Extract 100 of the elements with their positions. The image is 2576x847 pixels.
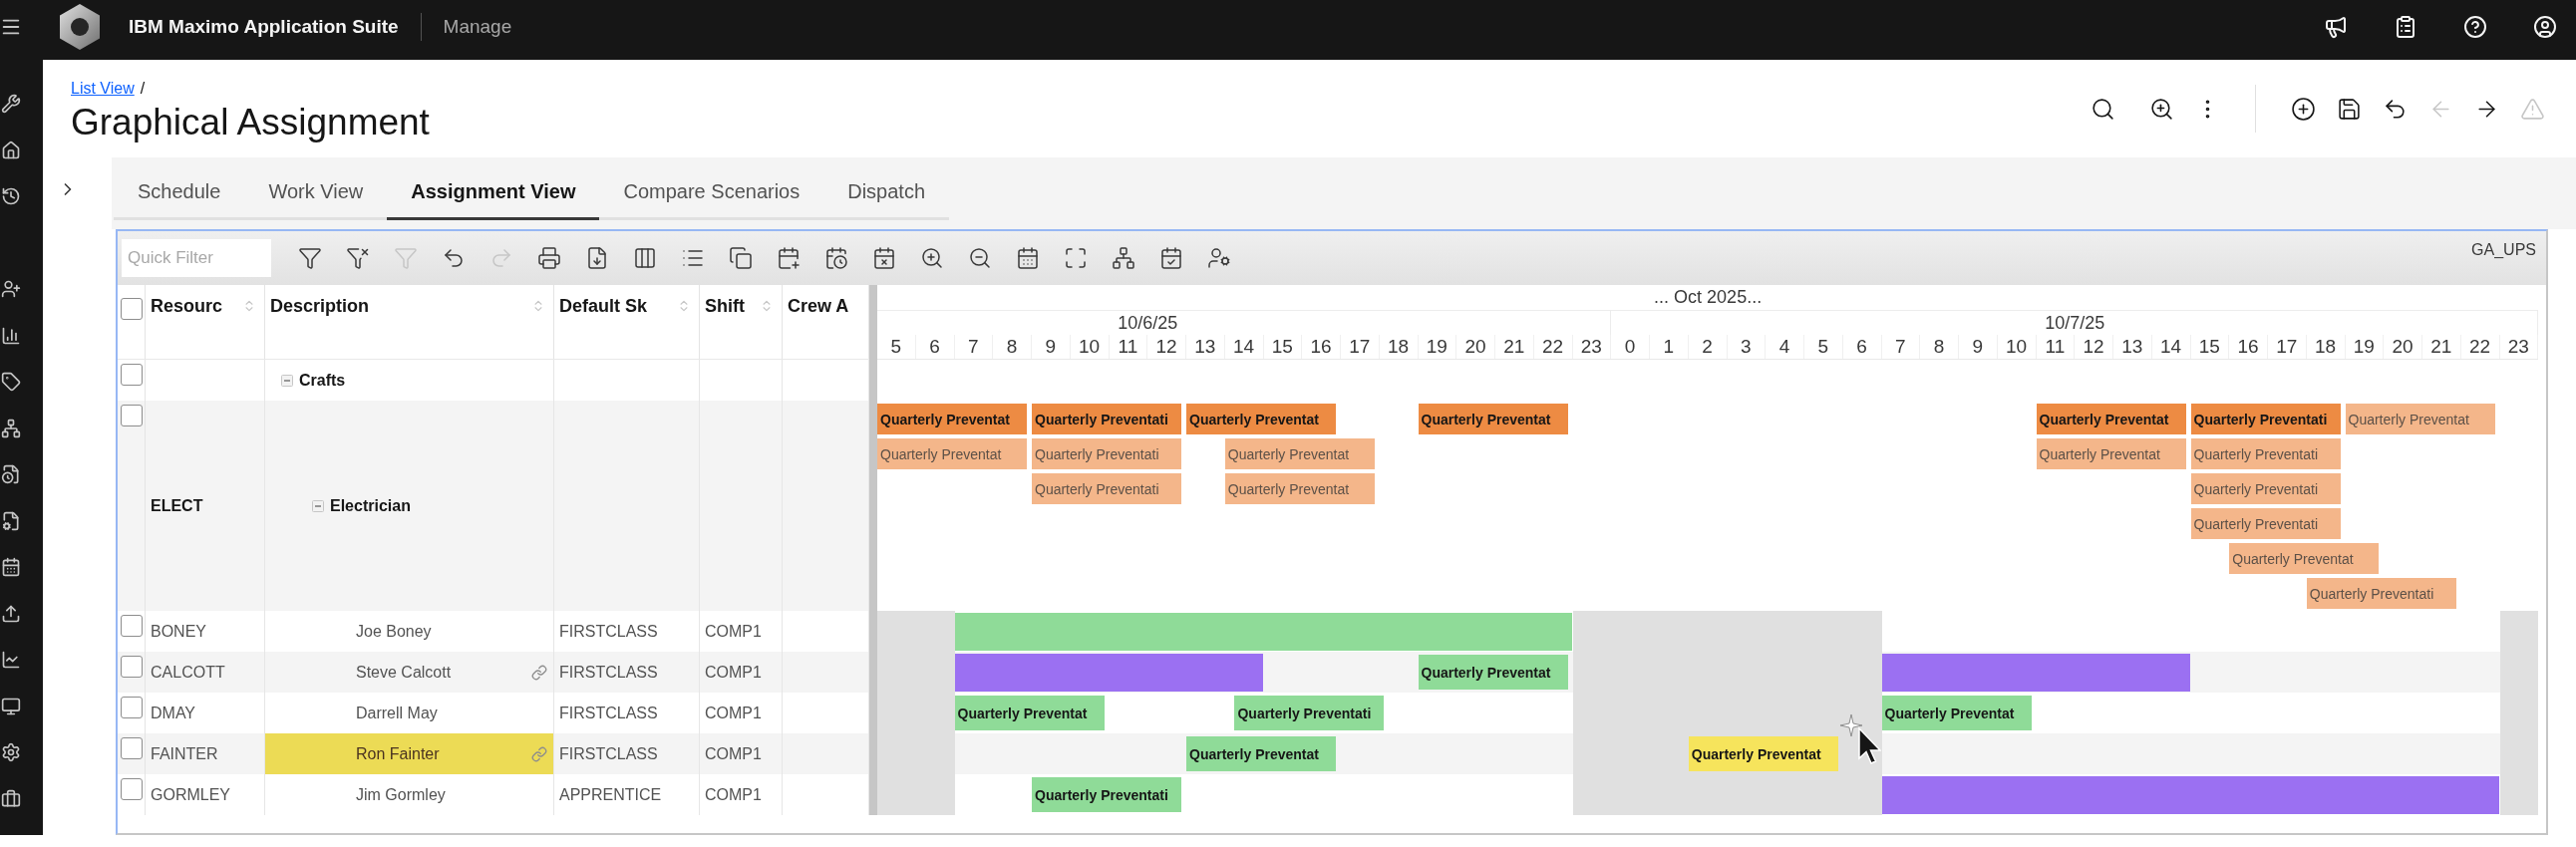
task-bar[interactable]: Quarterly Preventat bbox=[2229, 543, 2380, 574]
highlighted-cell[interactable]: Ron Fainter bbox=[265, 733, 554, 774]
hour-label: 21 bbox=[2422, 335, 2461, 359]
calendar-icon[interactable] bbox=[1016, 246, 1040, 270]
link-icon[interactable] bbox=[531, 664, 547, 681]
zoom-out-icon[interactable] bbox=[968, 246, 992, 270]
splitter-handle[interactable] bbox=[869, 285, 877, 815]
task-bar[interactable]: Quarterly Preventat bbox=[1186, 736, 1336, 771]
table-row[interactable]: BONEY Joe Boney FIRSTCLASS COMP1 bbox=[118, 611, 869, 652]
task-bar[interactable]: Quarterly Preventat bbox=[877, 404, 1027, 434]
task-bar[interactable]: Quarterly Preventati bbox=[1032, 777, 1181, 812]
task-bar[interactable]: Quarterly Preventat bbox=[877, 438, 1027, 469]
calendar-x-icon[interactable] bbox=[872, 246, 896, 270]
task-bar[interactable]: Quarterly Preventati bbox=[1032, 404, 1181, 434]
user-plus-icon[interactable] bbox=[1, 279, 21, 300]
column-header[interactable]: Resourc bbox=[146, 285, 265, 359]
megaphone-icon[interactable] bbox=[2324, 15, 2348, 39]
task-bar[interactable]: Quarterly Preventati bbox=[2306, 578, 2456, 609]
bar-chart-icon[interactable] bbox=[1, 325, 21, 346]
table-row[interactable]: CALCOTT Steve Calcott FIRSTCLASS COMP1 bbox=[118, 652, 869, 693]
add-icon[interactable] bbox=[2291, 96, 2316, 122]
task-bar[interactable]: Quarterly Preventat bbox=[1224, 438, 1375, 469]
hour-label: 5 bbox=[877, 335, 916, 359]
file-download-icon[interactable] bbox=[585, 246, 609, 270]
task-bar[interactable]: Quarterly Preventat bbox=[2036, 404, 2186, 434]
checkbox[interactable] bbox=[121, 737, 143, 759]
upload-icon[interactable] bbox=[1, 603, 21, 624]
quick-filter-field[interactable]: Quick Filter bbox=[122, 239, 271, 277]
task-bar[interactable]: Quarterly Preventati bbox=[2190, 508, 2341, 539]
task-bar[interactable]: Quarterly Preventati bbox=[1032, 473, 1181, 504]
task-bar[interactable]: Quarterly Preventat bbox=[1186, 404, 1336, 434]
filter-icon[interactable] bbox=[298, 246, 322, 270]
task-bar[interactable]: Quarterly Preventat bbox=[954, 696, 1105, 730]
column-header[interactable]: Shift bbox=[700, 285, 783, 359]
tag-icon[interactable] bbox=[1, 372, 21, 393]
search-plus-icon[interactable] bbox=[2149, 96, 2174, 122]
task-bar[interactable]: Quarterly Preventat bbox=[2345, 404, 2495, 434]
task-bar[interactable]: Quarterly Preventati bbox=[2190, 404, 2341, 434]
task-bar[interactable]: Quarterly Preventati bbox=[1234, 696, 1385, 730]
task-bar[interactable]: Quarterly Preventat bbox=[1881, 696, 2032, 730]
zoom-in-icon[interactable] bbox=[920, 246, 944, 270]
briefcase-icon[interactable] bbox=[1, 788, 21, 809]
task-bar[interactable]: Quarterly Preventat bbox=[1418, 655, 1568, 690]
printer-icon[interactable] bbox=[537, 246, 561, 270]
calendar-clock-icon[interactable] bbox=[824, 246, 848, 270]
clear-filter-icon[interactable] bbox=[346, 246, 370, 270]
user-icon[interactable] bbox=[2533, 15, 2557, 39]
file-gear-icon[interactable] bbox=[1, 510, 21, 531]
task-bar[interactable]: Quarterly Preventati bbox=[1032, 438, 1181, 469]
column-header[interactable]: Default Sk bbox=[554, 285, 700, 359]
collapse-icon[interactable] bbox=[281, 374, 293, 387]
task-bar[interactable]: Quarterly Preventati bbox=[2190, 438, 2341, 469]
table-row[interactable]: FAINTER Ron Fainter FIRSTCLASS COMP1 bbox=[118, 733, 869, 774]
calendar-plus-icon[interactable] bbox=[777, 246, 801, 270]
file-clock-icon[interactable] bbox=[1, 464, 21, 485]
hierarchy-icon[interactable] bbox=[1112, 246, 1135, 270]
task-bar[interactable]: Quarterly Preventat bbox=[1224, 473, 1375, 504]
home-icon[interactable] bbox=[1, 140, 21, 160]
help-icon[interactable] bbox=[2463, 15, 2487, 39]
table-row[interactable]: Crafts bbox=[118, 360, 869, 401]
columns-icon[interactable] bbox=[633, 246, 657, 270]
table-row[interactable]: GORMLEY Jim Gormley APPRENTICE COMP1 bbox=[118, 774, 869, 815]
tab[interactable]: Dispatch bbox=[823, 167, 950, 220]
undo-icon[interactable] bbox=[442, 246, 466, 270]
checkbox[interactable] bbox=[121, 778, 143, 800]
tab[interactable]: Compare Scenarios bbox=[599, 167, 824, 220]
checkbox[interactable] bbox=[121, 656, 143, 678]
network-icon[interactable] bbox=[1, 418, 21, 438]
column-header[interactable]: Description bbox=[265, 285, 554, 359]
checkbox[interactable] bbox=[121, 364, 143, 386]
tab[interactable]: Work View bbox=[244, 167, 388, 220]
task-bar[interactable]: Quarterly Preventat bbox=[2036, 438, 2186, 469]
view-name-label: GA_UPS bbox=[2471, 240, 2537, 259]
table-row[interactable]: DMAY Darrell May FIRSTCLASS COMP1 bbox=[118, 693, 869, 733]
tab[interactable]: Assignment View bbox=[387, 167, 600, 220]
checkbox[interactable] bbox=[121, 298, 143, 320]
skill-code: FIRSTCLASS bbox=[559, 744, 658, 763]
tab[interactable]: Schedule bbox=[114, 167, 245, 220]
user-settings-icon[interactable] bbox=[1207, 246, 1231, 270]
clipboard-icon[interactable] bbox=[2394, 15, 2417, 39]
breadcrumb-link[interactable]: List View bbox=[71, 79, 135, 99]
task-bar[interactable]: Quarterly Preventat bbox=[1418, 404, 1568, 434]
checkbox[interactable] bbox=[121, 405, 143, 426]
checkbox[interactable] bbox=[121, 697, 143, 718]
calendar-icon[interactable] bbox=[1, 557, 21, 578]
checkbox[interactable] bbox=[121, 615, 143, 637]
task-bar[interactable]: Quarterly Preventati bbox=[2190, 473, 2341, 504]
copy-icon[interactable] bbox=[729, 246, 753, 270]
table-row[interactable]: ELECT Electrician bbox=[118, 401, 869, 611]
line-chart-icon[interactable] bbox=[1, 650, 21, 671]
task-bar[interactable]: Quarterly Preventat bbox=[1688, 736, 1838, 771]
history-icon[interactable] bbox=[1, 186, 21, 207]
maximize-icon[interactable] bbox=[1064, 246, 1088, 270]
search-icon[interactable] bbox=[2091, 96, 2115, 122]
settings-icon[interactable] bbox=[1, 742, 21, 763]
wrench-icon[interactable] bbox=[1, 94, 21, 115]
collapse-icon[interactable] bbox=[312, 499, 324, 512]
monitor-icon[interactable] bbox=[1, 696, 21, 716]
calendar-check-icon[interactable] bbox=[1159, 246, 1183, 270]
save-icon[interactable] bbox=[2337, 96, 2362, 122]
